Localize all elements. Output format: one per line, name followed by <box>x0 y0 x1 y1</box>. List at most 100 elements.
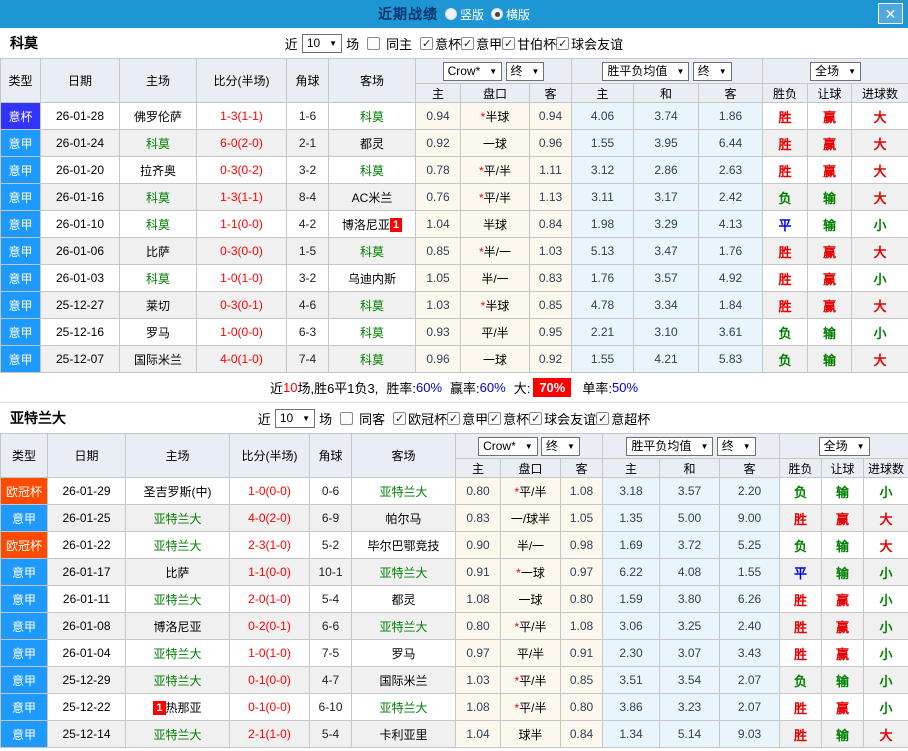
league-checkbox-意甲[interactable]: ✓ 意甲 <box>447 409 488 428</box>
avg-home-odds: 4.06 <box>571 102 635 130</box>
result-cell: 胜 <box>762 129 809 157</box>
avg-stage-select[interactable]: 终 ▼ <box>692 61 732 81</box>
radio-horizontal-label: 横版 <box>506 7 531 22</box>
corner-score: 6-9 <box>309 504 352 532</box>
checkbox-checked-icon[interactable]: ✓ <box>393 411 407 425</box>
chevron-down-icon: ▼ <box>329 38 338 48</box>
avg-away-odds: 4.92 <box>698 264 764 292</box>
odds-stage-select[interactable]: 终 ▼ <box>541 436 580 456</box>
league-checkbox-欧冠杯[interactable]: ✓ 欧冠杯 <box>393 409 447 428</box>
corner-score: 6-6 <box>309 612 352 640</box>
titlebar: 近期战绩 竖版 横版 ✕ <box>0 0 908 28</box>
avg-odds-select[interactable]: 胜平负均值 ▼ <box>602 61 690 81</box>
avg-odds-select[interactable]: 胜平负均值 ▼ <box>626 436 714 456</box>
result-value: 负 <box>794 484 808 500</box>
radio-horizontal-layout[interactable]: 横版 <box>491 6 530 23</box>
corner-value: 2-1 <box>298 136 317 150</box>
goal-result-value: 小 <box>879 592 893 608</box>
como-section-title: 科莫 <box>10 35 38 51</box>
atalanta-match-count-select[interactable]: 10 ▼ <box>274 408 316 428</box>
match-row: 意甲 25-12-16 罗马 1-0(0-0) 6-3 科莫 0.93 平/半 0.95 2.21… <box>0 318 908 346</box>
fullmatch-select[interactable]: 全场 ▼ <box>818 436 870 456</box>
checkbox-checked-icon[interactable]: ✓ <box>596 411 610 425</box>
avg-away-odds: 5.25 <box>719 531 781 559</box>
league-checkbox-意超杯[interactable]: ✓ 意超杯 <box>596 409 650 428</box>
avg-home-odds: 1.69 <box>602 531 661 559</box>
league-label: 甘伯杯 <box>517 36 557 52</box>
close-button[interactable]: ✕ <box>878 3 903 24</box>
crow-away-odds: 1.05 <box>559 504 604 532</box>
let-result-value: 赢 <box>836 619 850 635</box>
match-type-badge: 意甲 <box>0 291 41 319</box>
como-match-count-select[interactable]: 10 ▼ <box>301 33 343 53</box>
handicap-line: 一球 <box>500 585 561 613</box>
match-type-badge: 意甲 <box>0 183 41 211</box>
handicap-line: 半球 <box>460 210 530 238</box>
avg-home-odds: 3.86 <box>602 693 661 721</box>
checkbox-checked-icon[interactable]: ✓ <box>556 36 570 50</box>
bookmaker-select[interactable]: Crow* ▼ <box>442 61 503 81</box>
league-checkbox-意杯[interactable]: ✓ 意杯 <box>420 34 461 53</box>
goal-result-value: 大 <box>879 511 893 527</box>
checkbox-unchecked-icon[interactable] <box>340 411 354 425</box>
league-checkbox-球会友谊[interactable]: ✓ 球会友谊 <box>529 409 596 428</box>
team-name: 圣吉罗斯(中) <box>143 484 212 499</box>
score: 1-1(0-0) <box>229 558 310 586</box>
checkbox-unchecked-icon[interactable] <box>367 36 381 50</box>
result-cell: 胜 <box>779 504 823 532</box>
odds-stage-select[interactable]: 终 ▼ <box>505 61 545 81</box>
bookmaker-select[interactable]: Crow* ▼ <box>478 436 538 456</box>
como-league-checkboxes: ✓ 意杯 ✓ 意甲 ✓ 甘伯杯 ✓ 球会友谊 <box>420 34 623 53</box>
result-value: 胜 <box>778 109 792 125</box>
match-row: 意杯 26-01-28 佛罗伦萨 1-3(1-1) 1-6 科莫 0.94 *半球 0.94 4.… <box>0 102 908 130</box>
home-team: 亚特兰大 <box>125 666 230 694</box>
como-table: 类型 日期 主场 比分(半场) 角球 客场 Crow* ▼ 终 ▼ 胜平负均值 ▼ 终… <box>0 58 908 373</box>
radio-circle-checked-icon[interactable] <box>491 8 503 20</box>
goal-result-value: 小 <box>879 619 893 635</box>
result-cell: 负 <box>779 477 823 505</box>
corner-value: 6-6 <box>321 619 340 633</box>
team-name: 亚特兰大 <box>379 619 428 634</box>
checkbox-checked-icon[interactable]: ✓ <box>461 36 475 50</box>
chevron-down-icon: ▼ <box>531 66 540 76</box>
checkbox-checked-icon[interactable]: ✓ <box>420 36 434 50</box>
checkbox-checked-icon[interactable]: ✓ <box>447 411 461 425</box>
match-row: 意甲 26-01-11 亚特兰大 2-0(1-0) 5-4 都灵 1.08 一球 0.80 1.5… <box>0 585 908 613</box>
radio-vertical-layout[interactable]: 竖版 <box>444 6 484 23</box>
handicap-line: *一球 <box>500 558 561 586</box>
como-same-venue-checkbox[interactable]: 同主 <box>367 34 412 53</box>
corner-value: 5-2 <box>321 538 340 552</box>
avg-stage-select[interactable]: 终 ▼ <box>716 436 756 456</box>
goal-result-value: 小 <box>873 271 887 287</box>
league-checkbox-意甲[interactable]: ✓ 意甲 <box>461 34 502 53</box>
match-date: 26-01-22 <box>47 531 126 559</box>
corner-value: 10-1 <box>318 565 343 579</box>
league-checkbox-甘伯杯[interactable]: ✓ 甘伯杯 <box>502 34 556 53</box>
home-team: 圣吉罗斯(中) <box>125 477 230 505</box>
crow-away-odds: 1.03 <box>528 237 573 265</box>
corner-score: 10-1 <box>309 558 352 586</box>
home-team: 亚特兰大 <box>125 504 230 532</box>
score: 1-1(0-0) <box>196 210 287 238</box>
team-name: 科莫 <box>359 244 384 259</box>
avg-home-odds: 3.06 <box>602 612 661 640</box>
crow-away-odds: 1.08 <box>559 477 604 505</box>
chevron-down-icon: ▼ <box>856 441 865 451</box>
league-label: 意杯 <box>503 411 530 427</box>
near-label: 近 <box>257 411 271 427</box>
handicap-text: 平/半 <box>516 646 545 661</box>
avg-draw-odds: 2.86 <box>633 156 700 184</box>
corner-value: 0-6 <box>321 484 340 498</box>
avg-away-odds: 5.83 <box>698 345 764 373</box>
checkbox-checked-icon[interactable]: ✓ <box>529 411 543 425</box>
match-type-badge: 意甲 <box>0 156 41 184</box>
atalanta-same-venue-checkbox[interactable]: 同客 <box>340 409 385 428</box>
league-checkbox-意杯[interactable]: ✓ 意杯 <box>488 409 529 428</box>
checkbox-checked-icon[interactable]: ✓ <box>488 411 502 425</box>
fullmatch-select[interactable]: 全场 ▼ <box>810 61 861 81</box>
league-checkbox-球会友谊[interactable]: ✓ 球会友谊 <box>556 34 623 53</box>
radio-circle-icon[interactable] <box>444 8 457 20</box>
goal-result-cell: 大 <box>851 237 908 265</box>
checkbox-checked-icon[interactable]: ✓ <box>502 36 516 50</box>
avg-home-odds: 3.11 <box>571 183 635 211</box>
